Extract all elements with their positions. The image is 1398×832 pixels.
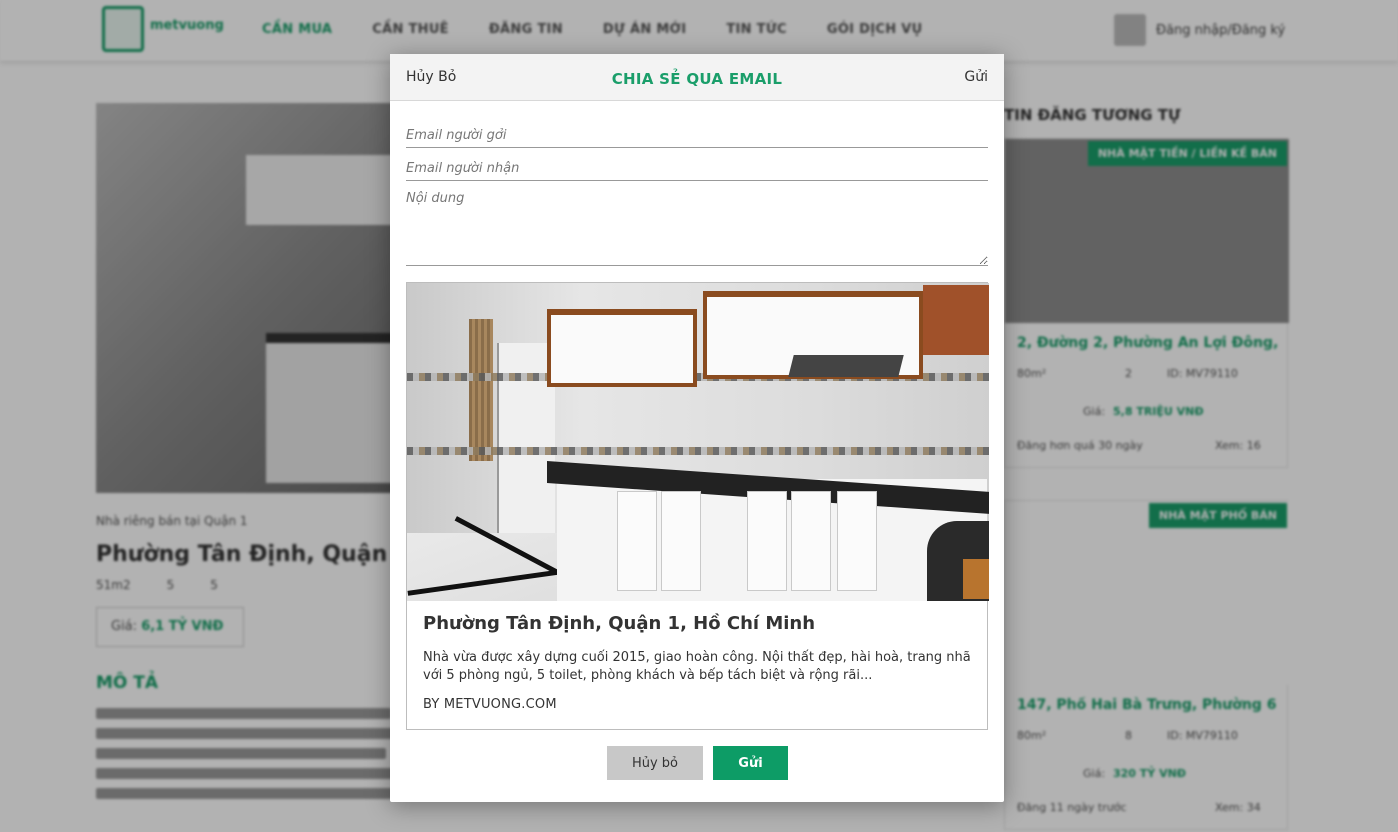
share-email-modal: Hủy Bỏ CHIA SẺ QUA EMAIL Gửi Email người… — [390, 54, 1004, 802]
header-send-link[interactable]: Gửi — [964, 69, 988, 85]
recipient-email-field[interactable] — [406, 157, 988, 181]
preview-byline: BY METVUONG.COM — [423, 697, 557, 712]
modal-header: Hủy Bỏ CHIA SẺ QUA EMAIL Gửi — [390, 54, 1004, 101]
message-content-field[interactable] — [406, 190, 988, 266]
preview-title: Phường Tân Định, Quận 1, Hồ Chí Minh — [423, 613, 816, 634]
cancel-button[interactable]: Hủy bỏ — [607, 746, 703, 780]
listing-preview-card: Phường Tân Định, Quận 1, Hồ Chí Minh Nhà… — [406, 282, 989, 730]
preview-description: Nhà vừa được xây dựng cuối 2015, giao ho… — [423, 650, 971, 683]
sender-email-field[interactable] — [406, 124, 988, 148]
preview-kitchen-photo — [407, 283, 989, 601]
send-button[interactable]: Gửi — [713, 746, 788, 780]
modal-title: CHIA SẺ QUA EMAIL — [611, 70, 783, 88]
